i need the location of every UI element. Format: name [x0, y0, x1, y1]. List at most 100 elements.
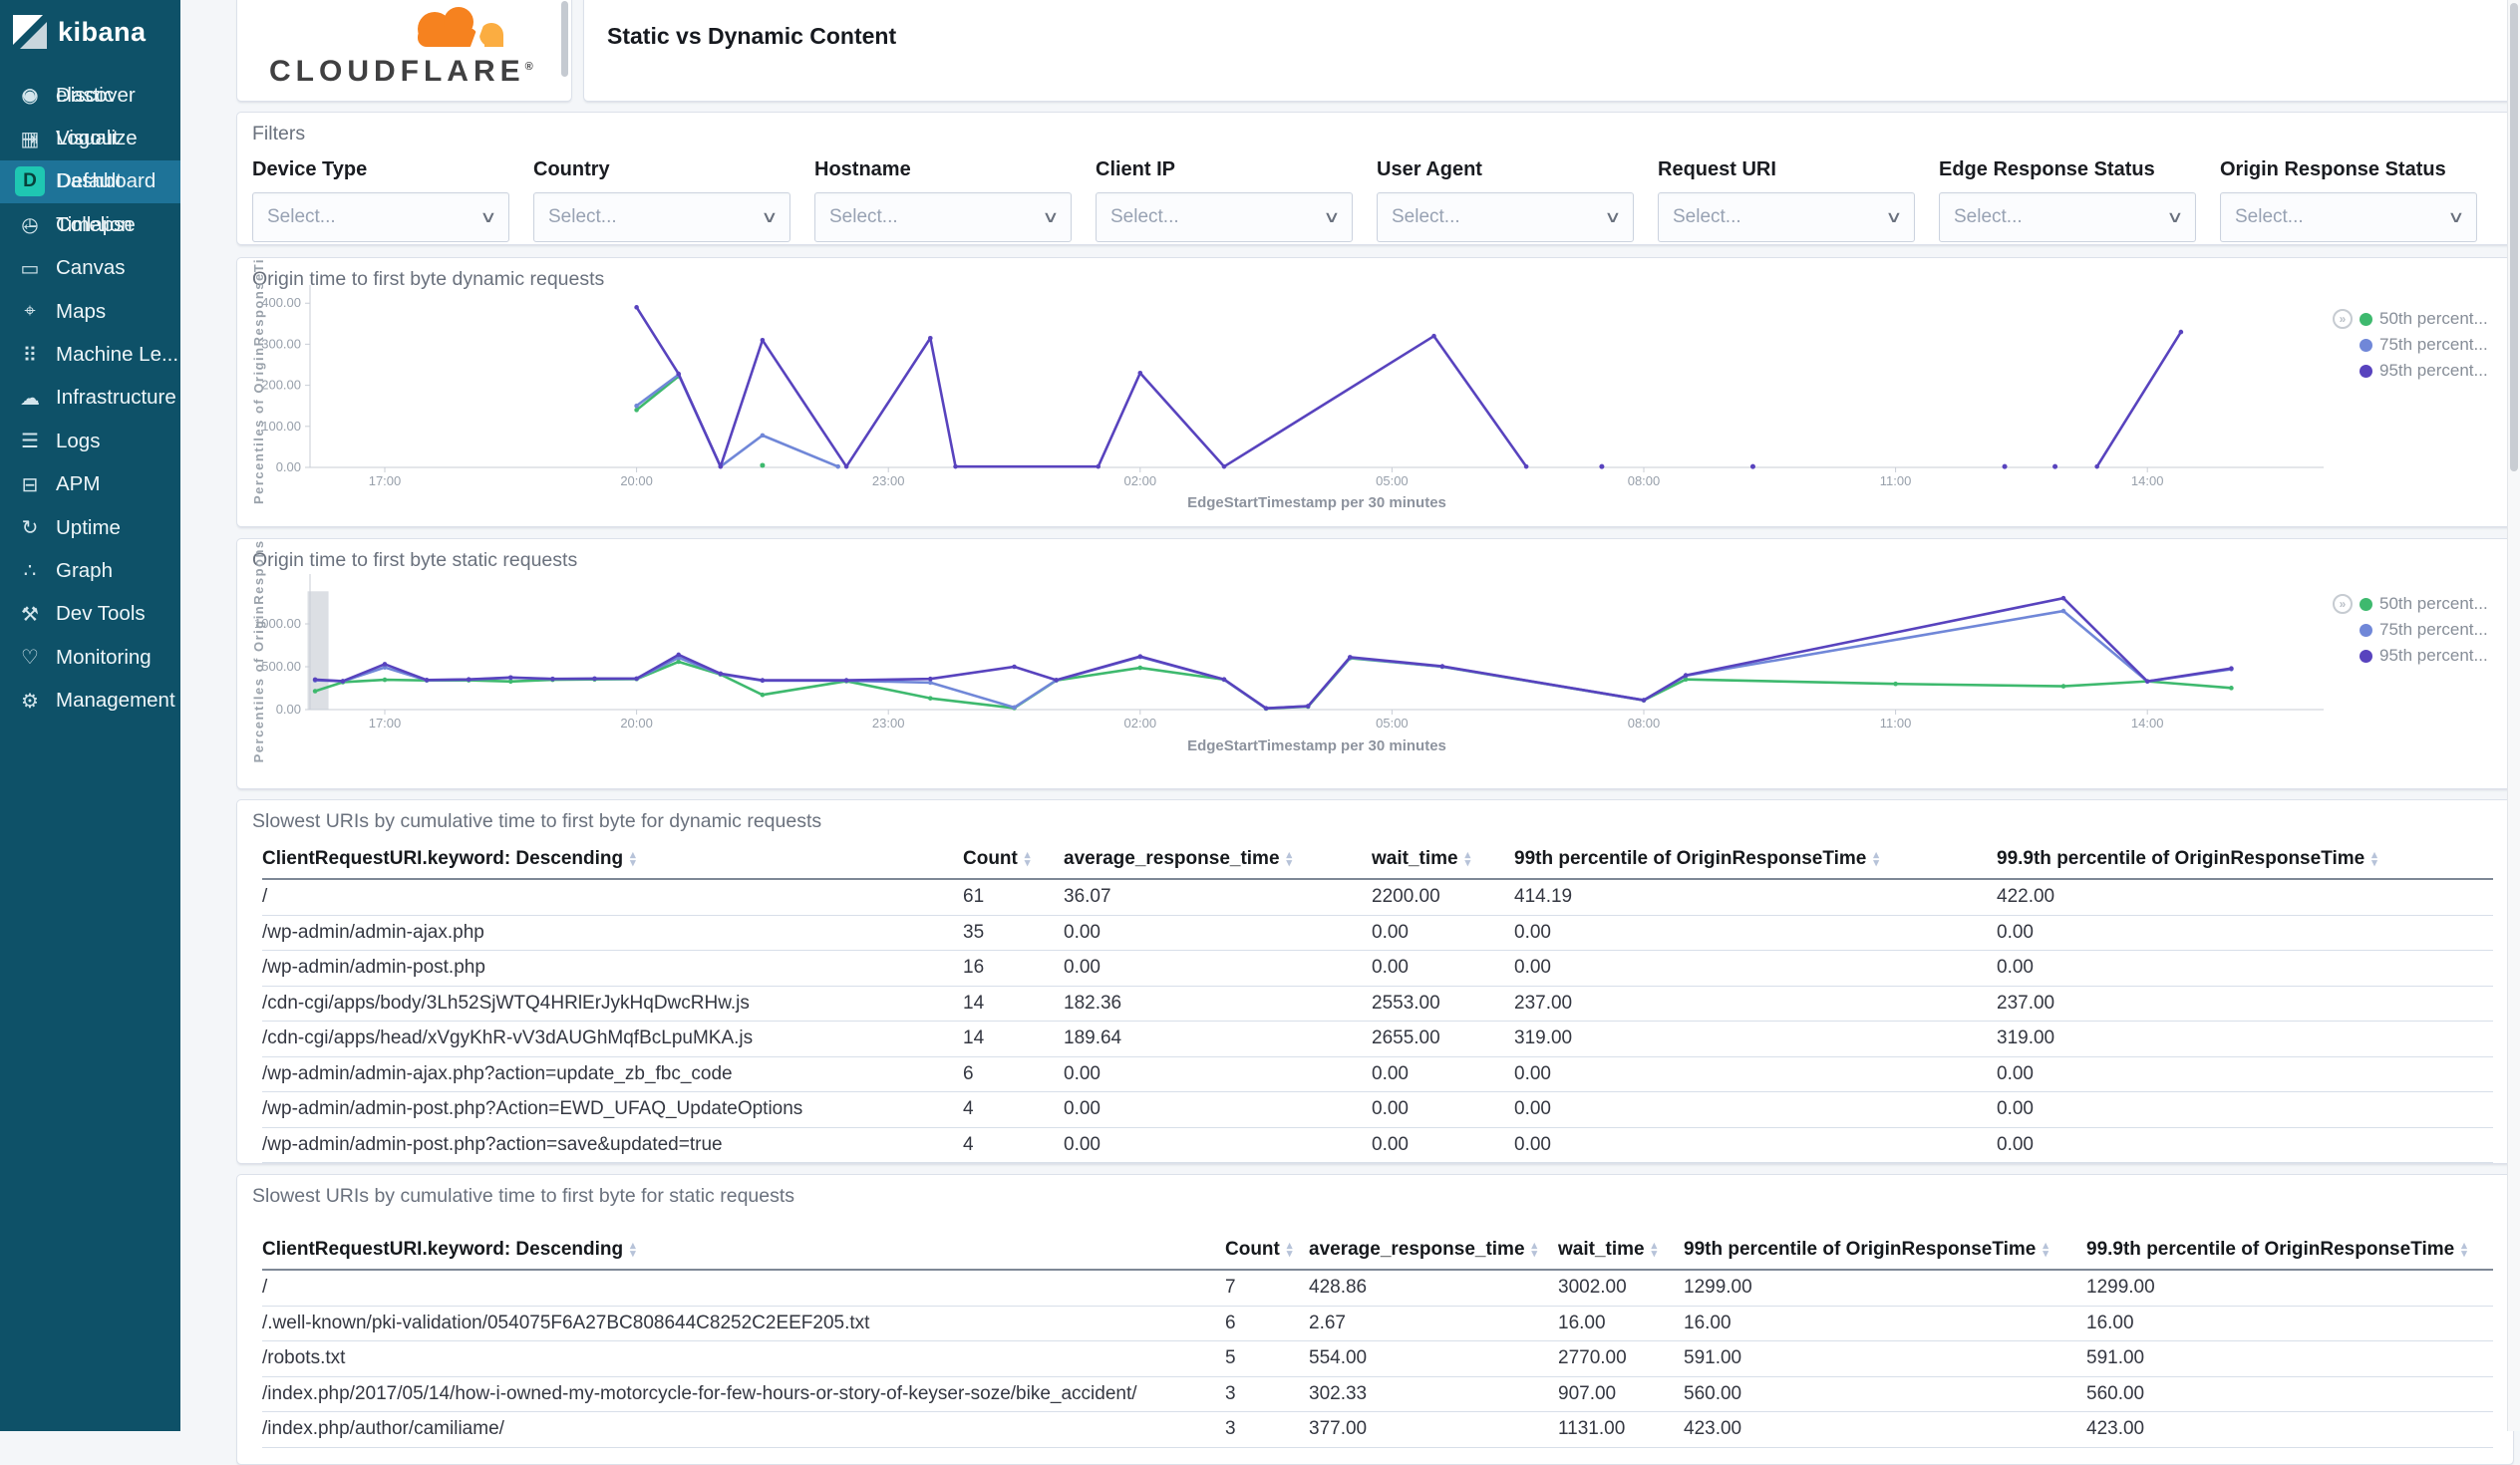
column-header-label: average_response_time — [1309, 1239, 1525, 1260]
panel-chart-dynamic: Origin time to first byte dynamic reques… — [236, 257, 2514, 527]
filter-user-agent: User Agent Select... ∨ — [1377, 158, 1634, 242]
sort-icon: ▴ ▾ — [1531, 1241, 1538, 1260]
table-row: /cdn-cgi/apps/head/xVgyKhR-vV3dAUGhMqfBc… — [262, 1022, 2493, 1057]
svg-text:14:00: 14:00 — [2131, 716, 2164, 731]
sort-desc-icon: ▾ — [1651, 1248, 1658, 1260]
column-header-count[interactable]: Count ▴ ▾ — [963, 848, 1064, 870]
column-header-average-response-time[interactable]: average_response_time ▴ ▾ — [1309, 1239, 1558, 1261]
filter-label: Country — [533, 158, 610, 180]
legend-item-purple[interactable]: 95th percent... — [2333, 643, 2488, 669]
column-header-99-9th-percentile-of-originres[interactable]: 99.9th percentile of OriginResponseTime ▴… — [2086, 1239, 2493, 1261]
svg-text:20:00: 20:00 — [620, 473, 653, 488]
sidebar-item-collapse[interactable]: ← Collapse — [0, 203, 180, 246]
panel-cloudflare-logo: CLOUDFLARE® — [236, 0, 572, 102]
chevron-down-icon: ∨ — [1042, 209, 1060, 226]
table-cell: 423.00 — [1684, 1418, 1742, 1440]
table-cell: /cdn-cgi/apps/head/xVgyKhR-vV3dAUGhMqfBc… — [262, 1027, 754, 1049]
sort-icon: ▴ ▾ — [630, 850, 636, 869]
table-cell: 414.19 — [1514, 886, 1573, 908]
sidebar-item-user-elastic[interactable]: ◉ elastic — [0, 74, 180, 117]
panel-scrollbar[interactable] — [561, 1, 568, 77]
sidebar-item-default-space[interactable]: D Default — [0, 160, 180, 203]
sort-icon: ▴ ▾ — [1651, 1241, 1658, 1260]
column-header-count[interactable]: Count ▴ ▾ — [1225, 1239, 1309, 1261]
table-cell: 0.00 — [1064, 1133, 1101, 1155]
column-header-clientrequesturi-keyword-desce[interactable]: ClientRequestURI.keyword: Descending ▴ ▾ — [262, 1239, 1225, 1261]
sort-desc-icon: ▾ — [2371, 857, 2377, 869]
column-header-99th-percentile-of-originrespo[interactable]: 99th percentile of OriginResponseTime ▴ ▾ — [1684, 1239, 2086, 1261]
table-cell: 0.00 — [1064, 1062, 1101, 1084]
table-cell: 0.00 — [1372, 1133, 1409, 1155]
legend-item-purple[interactable]: 95th percent... — [2333, 358, 2488, 384]
svg-text:23:00: 23:00 — [872, 716, 905, 731]
select-placeholder: Select... — [267, 206, 336, 227]
filter-select-edge-response-status[interactable]: Select... ∨ — [1939, 192, 2196, 242]
legend-item-green[interactable]: » 50th percent... — [2333, 306, 2488, 332]
table-cell: 14 — [963, 992, 985, 1014]
filter-select-user-agent[interactable]: Select... ∨ — [1377, 192, 1634, 242]
legend-label: 75th percent... — [2379, 335, 2488, 354]
window-scrollbar-thumb[interactable] — [2510, 3, 2518, 471]
filter-select-country[interactable]: Select... ∨ — [533, 192, 790, 242]
green-dot-icon — [2360, 597, 2372, 611]
table-row: / 61 36.07 2200.00 414.19 422.00 — [262, 880, 2493, 916]
svg-text:400.00: 400.00 — [261, 295, 301, 310]
column-header-clientrequesturi-keyword-desce[interactable]: ClientRequestURI.keyword: Descending ▴ ▾ — [262, 848, 963, 870]
sort-desc-icon: ▾ — [1531, 1248, 1538, 1260]
legend-item-blue[interactable]: 75th percent... — [2333, 332, 2488, 358]
filter-device-type: Device Type Select... ∨ — [252, 158, 509, 242]
table-cell: 560.00 — [2086, 1382, 2145, 1404]
chevron-down-icon: ∨ — [2447, 209, 2465, 226]
column-header-wait-time[interactable]: wait_time ▴ ▾ — [1558, 1239, 1684, 1261]
legend-item-green[interactable]: » 50th percent... — [2333, 591, 2488, 617]
sort-icon: ▴ ▾ — [1465, 850, 1471, 869]
page-title: Static vs Dynamic Content — [607, 23, 897, 49]
table-cell: 3002.00 — [1558, 1277, 1627, 1299]
app-brand: kibana — [58, 16, 147, 47]
table-cell: 3 — [1225, 1418, 1236, 1440]
table-cell: 422.00 — [1997, 886, 2055, 908]
legend-item-blue[interactable]: 75th percent... — [2333, 617, 2488, 643]
user-elastic-icon: ◉ — [21, 85, 39, 108]
table-header-row: ClientRequestURI.keyword: Descending ▴ ▾ Co… — [262, 840, 2493, 880]
line-chart-static[interactable]: 0.00500.001000.0017:00 20:00 23:00 02:00 05:… — [237, 539, 2511, 786]
column-header-wait-time[interactable]: wait_time ▴ ▾ — [1372, 848, 1514, 870]
panel-table-static: Slowest URIs by cumulative time to first… — [236, 1174, 2514, 1465]
table-row: /wp-admin/admin-ajax.php?action=update_z… — [262, 1057, 2493, 1092]
window-scrollbar[interactable] — [2507, 0, 2520, 1431]
filter-select-origin-response-status[interactable]: Select... ∨ — [2220, 192, 2477, 242]
sidebar-item-logout[interactable]: ⇥ Logout — [0, 117, 180, 159]
legend-label: 75th percent... — [2379, 620, 2488, 639]
column-header-99-9th-percentile-of-originres[interactable]: 99.9th percentile of OriginResponseTime ▴… — [1997, 848, 2493, 870]
green-dot-icon — [2360, 312, 2372, 326]
table-cell: 319.00 — [1514, 1027, 1573, 1049]
kibana-logo[interactable]: kibana — [0, 0, 180, 64]
column-header-99th-percentile-of-originrespo[interactable]: 99th percentile of OriginResponseTime ▴ ▾ — [1514, 848, 1997, 870]
filter-client-ip: Client IP Select... ∨ — [1096, 158, 1353, 242]
table-title: Slowest URIs by cumulative time to first… — [252, 1185, 795, 1207]
svg-text:14:00: 14:00 — [2131, 473, 2164, 488]
sort-desc-icon: ▾ — [630, 857, 636, 869]
column-header-average-response-time[interactable]: average_response_time ▴ ▾ — [1064, 848, 1372, 870]
legend-label: 95th percent... — [2379, 361, 2488, 380]
table-cell: 4 — [963, 1098, 974, 1120]
filter-select-request-uri[interactable]: Select... ∨ — [1658, 192, 1915, 242]
legend-expand-icon[interactable]: » — [2333, 309, 2353, 329]
filter-select-client-ip[interactable]: Select... ∨ — [1096, 192, 1353, 242]
table-cell: 1299.00 — [1684, 1277, 1752, 1299]
line-chart-dynamic[interactable]: 0.00 100.00 200.00 300.00 400.00 17:00 20:00 23… — [237, 258, 2511, 524]
table-cell: 0.00 — [1372, 957, 1409, 979]
legend-expand-icon[interactable]: » — [2333, 594, 2353, 614]
svg-text:11:00: 11:00 — [1880, 473, 1912, 488]
svg-text:05:00: 05:00 — [1376, 716, 1409, 731]
filter-select-device-type[interactable]: Select... ∨ — [252, 192, 509, 242]
sidebar-footer-nav: ◉ elastic ⇥ Logout D Default ← Collapse — [0, 74, 180, 1429]
sidebar-item-label: elastic — [56, 83, 115, 107]
filter-label: Edge Response Status — [1939, 158, 2155, 180]
svg-text:23:00: 23:00 — [872, 473, 905, 488]
table-cell: 591.00 — [1684, 1347, 1742, 1369]
svg-text:200.00: 200.00 — [261, 378, 301, 393]
sidebar: kibana ⊘Discover▥Visualize▦Dashboard◷Tim… — [0, 0, 180, 1431]
filter-select-hostname[interactable]: Select... ∨ — [814, 192, 1072, 242]
table-cell: /wp-admin/admin-post.php?Action=EWD_UFAQ… — [262, 1098, 803, 1120]
